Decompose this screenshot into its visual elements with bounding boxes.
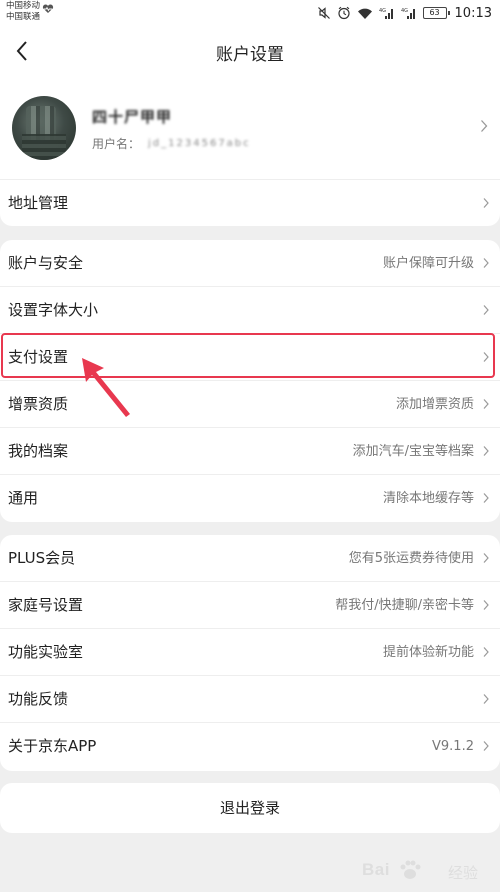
row-about-app[interactable]: 关于京东APP V9.1.2 [0, 723, 500, 770]
username-label: 用户名： [92, 137, 141, 151]
watermark: Bai 经验 [362, 856, 482, 886]
carrier-1: 中国移动 [6, 1, 41, 11]
row-font-size[interactable]: 设置字体大小 [0, 287, 500, 334]
chevron-right-icon [483, 446, 489, 456]
username-value: jd_1234567abc [148, 138, 251, 149]
chevron-right-icon [483, 493, 489, 503]
watermark-text-2: 经验 [448, 864, 479, 882]
row-account-security[interactable]: 账户与安全 账户保障可升级 [0, 240, 500, 287]
paw-icon [400, 860, 421, 879]
battery-icon: 63 [422, 7, 450, 19]
row-plus-member[interactable]: PLUS会员 您有5张运费券待使用 [0, 535, 500, 582]
chevron-right-icon [483, 352, 489, 362]
chevron-right-icon [483, 741, 489, 751]
username-row: 用户名： jd_1234567abc [92, 135, 251, 152]
row-value: 添加汽车/宝宝等档案 [352, 444, 474, 459]
row-label: PLUS会员 [8, 549, 76, 567]
chevron-right-icon [483, 399, 489, 409]
row-label: 功能实验室 [8, 643, 84, 661]
row-value: 您有5张运费券待使用 [348, 551, 474, 566]
status-icons: 4G 4G 63 10:13 [317, 5, 492, 21]
carrier-2: 中国联通 [6, 12, 41, 22]
nickname: 四十尸甲甲 [92, 108, 173, 126]
row-label: 地址管理 [8, 194, 69, 212]
status-bar: 中国移动 中国联通 4G 4G 63 10:13 [0, 0, 500, 26]
row-label: 我的档案 [8, 442, 69, 460]
row-value: 添加增票资质 [395, 397, 474, 412]
row-value: 账户保障可升级 [382, 256, 474, 271]
row-general[interactable]: 通用 清除本地缓存等 [0, 475, 500, 522]
settings-group-1: 地址管理 [0, 180, 500, 226]
row-label: 关于京东APP [8, 737, 97, 755]
row-label: 功能反馈 [8, 690, 69, 708]
chevron-right-icon [483, 258, 489, 268]
svg-text:4G: 4G [379, 8, 386, 14]
wifi-icon [357, 8, 372, 19]
carrier-info: 中国移动 中国联通 [6, 1, 40, 23]
row-address-management[interactable]: 地址管理 [0, 180, 500, 226]
row-label: 通用 [8, 489, 39, 507]
settings-group-2: 账户与安全 账户保障可升级 设置字体大小 支付设置 增票资质 添加增票资质 我的… [0, 240, 500, 522]
row-label: 账户与安全 [8, 254, 84, 272]
logout-button[interactable]: 退出登录 [0, 783, 500, 833]
chevron-right-icon [483, 305, 489, 315]
row-value: 清除本地缓存等 [382, 491, 474, 506]
row-invoice-qualification[interactable]: 增票资质 添加增票资质 [0, 381, 500, 428]
row-label: 设置字体大小 [8, 301, 99, 319]
status-time: 10:13 [454, 5, 492, 21]
alarm-icon [337, 6, 350, 20]
row-family-account[interactable]: 家庭号设置 帮我付/快捷聊/亲密卡等 [0, 582, 500, 629]
chevron-right-icon [483, 647, 489, 657]
row-value: V9.1.2 [432, 739, 474, 754]
profile-card[interactable]: 四十尸甲甲 用户名： jd_1234567abc [0, 76, 500, 180]
chevron-right-icon [483, 694, 489, 704]
heart-rate-icon [42, 4, 54, 13]
row-my-profile[interactable]: 我的档案 添加汽车/宝宝等档案 [0, 428, 500, 475]
row-payment-settings[interactable]: 支付设置 [0, 334, 500, 381]
avatar[interactable] [12, 96, 76, 160]
row-value: 帮我付/快捷聊/亲密卡等 [335, 598, 474, 613]
svg-text:4G: 4G [401, 8, 408, 14]
chevron-right-icon [481, 120, 488, 132]
watermark-text: Bai [362, 860, 390, 879]
row-label: 家庭号设置 [8, 596, 84, 614]
chevron-right-icon [483, 198, 489, 208]
row-feedback[interactable]: 功能反馈 [0, 676, 500, 723]
signal-4g-icon-2: 4G [401, 8, 415, 19]
signal-4g-icon: 4G [379, 8, 393, 19]
row-value: 提前体验新功能 [382, 645, 474, 660]
page-title: 账户设置 [216, 45, 284, 65]
settings-group-3: PLUS会员 您有5张运费券待使用 家庭号设置 帮我付/快捷聊/亲密卡等 功能实… [0, 535, 500, 771]
row-label: 增票资质 [8, 395, 69, 413]
nav-bar: 账户设置 [0, 26, 500, 76]
chevron-right-icon [483, 553, 489, 563]
mute-icon [317, 7, 330, 19]
chevron-right-icon [483, 600, 489, 610]
row-label: 支付设置 [8, 348, 69, 366]
row-feature-lab[interactable]: 功能实验室 提前体验新功能 [0, 629, 500, 676]
